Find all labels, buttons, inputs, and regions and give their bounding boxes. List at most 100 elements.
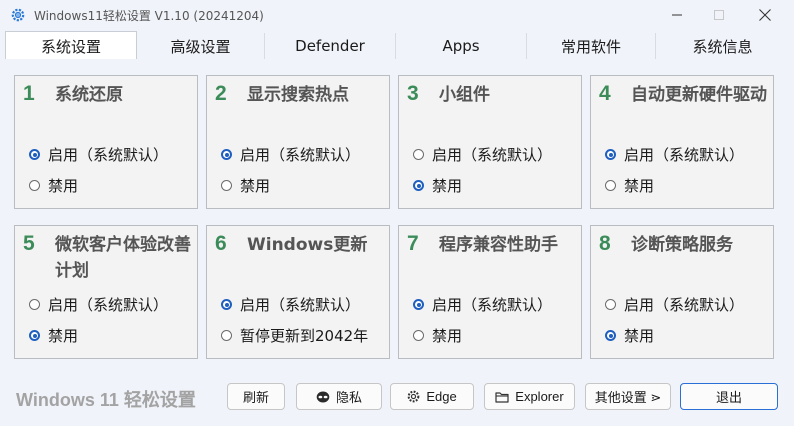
card-title: 系统还原 [55, 85, 123, 105]
tab-defender[interactable]: Defender [265, 33, 396, 59]
card-title: 诊断策略服务 [631, 235, 733, 255]
option-enable[interactable]: 启用（系统默认） [221, 294, 360, 315]
option-label: 禁用 [624, 327, 655, 345]
card-driver-updates: 4 自动更新硬件驱动 启用（系统默认） 禁用 [590, 75, 774, 209]
option-enable[interactable]: 启用（系统默认） [29, 144, 168, 165]
option-disable[interactable]: 禁用 [605, 325, 654, 346]
card-title: 程序兼容性助手 [439, 235, 558, 255]
option-label: 禁用 [624, 177, 655, 195]
option-enable[interactable]: 启用（系统默认） [221, 144, 360, 165]
option-label: 禁用 [432, 327, 463, 345]
radio-button[interactable] [221, 180, 232, 191]
tab-common-software[interactable]: 常用软件 [527, 33, 656, 59]
radio-button[interactable] [221, 149, 232, 160]
radio-button[interactable] [413, 330, 424, 341]
folder-icon [495, 391, 509, 403]
option-disable[interactable]: 禁用 [605, 175, 654, 196]
minimize-button[interactable] [654, 0, 700, 30]
card-title: Windows更新 [247, 235, 368, 255]
card-diagnostic-policy: 8 诊断策略服务 启用（系统默认） 禁用 [590, 225, 774, 359]
card-ceip: 5 微软客户体验改善计划 启用（系统默认） 禁用 [14, 225, 198, 359]
option-label: 禁用 [48, 177, 79, 195]
option-disable[interactable]: 禁用 [29, 325, 78, 346]
card-number: 7 [407, 232, 419, 255]
card-title: 自动更新硬件驱动 [631, 85, 767, 105]
maximize-icon [714, 10, 724, 20]
radio-button[interactable] [413, 180, 424, 191]
card-windows-update: 6 Windows更新 启用（系统默认） 暂停更新到2042年 [206, 225, 390, 359]
card-title: 微软客户体验改善计划 [55, 235, 191, 281]
close-icon [759, 9, 771, 21]
tab-system-info[interactable]: 系统信息 [656, 33, 789, 59]
app-gear-icon [11, 8, 25, 22]
option-enable[interactable]: 启用（系统默认） [29, 294, 168, 315]
card-number: 6 [215, 232, 227, 255]
card-compat-assistant: 7 程序兼容性助手 启用（系统默认） 禁用 [398, 225, 582, 359]
radio-button[interactable] [605, 149, 616, 160]
radio-button[interactable] [221, 299, 232, 310]
card-number: 1 [23, 82, 35, 105]
option-label: 启用（系统默认） [240, 296, 361, 314]
card-search-highlights: 2 显示搜索热点 启用（系统默认） 禁用 [206, 75, 390, 209]
radio-button[interactable] [221, 330, 232, 341]
option-label: 暂停更新到2042年 [240, 327, 369, 345]
option-label: 启用（系统默认） [432, 146, 553, 164]
close-button[interactable] [742, 0, 788, 30]
button-label: Edge [426, 389, 457, 404]
title-bar: Windows11轻松设置 V1.10 (20241204) [0, 0, 794, 30]
card-number: 8 [599, 232, 611, 255]
settings-panel: 1 系统还原 启用（系统默认） 禁用 2 显示搜索热点 启用（系统默认） 禁用 … [5, 59, 789, 364]
gear-icon [407, 390, 420, 403]
option-pause-updates[interactable]: 暂停更新到2042年 [221, 325, 368, 346]
radio-button[interactable] [413, 149, 424, 160]
option-label: 启用（系统默认） [624, 296, 745, 314]
option-label: 启用（系统默认） [432, 296, 553, 314]
button-label: 刷新 [242, 390, 269, 405]
radio-button[interactable] [29, 180, 40, 191]
tab-apps[interactable]: Apps [396, 33, 527, 59]
exit-button[interactable]: 退出 [680, 383, 778, 410]
option-disable[interactable]: 禁用 [221, 175, 270, 196]
button-label: Explorer [515, 389, 564, 404]
maximize-button[interactable] [696, 0, 742, 30]
radio-button[interactable] [605, 180, 616, 191]
radio-button[interactable] [29, 149, 40, 160]
tab-advanced-settings[interactable]: 高级设置 [137, 33, 265, 59]
radio-button[interactable] [605, 299, 616, 310]
option-enable[interactable]: 启用（系统默认） [605, 294, 744, 315]
option-disable[interactable]: 禁用 [413, 325, 462, 346]
option-enable[interactable]: 启用（系统默认） [605, 144, 744, 165]
option-label: 启用（系统默认） [48, 296, 169, 314]
radio-button[interactable] [29, 330, 40, 341]
option-label: 禁用 [432, 177, 463, 195]
button-label: 退出 [715, 390, 742, 405]
card-number: 2 [215, 82, 227, 105]
option-disable[interactable]: 禁用 [29, 175, 78, 196]
more-settings-button[interactable]: 其他设置 ⋗ [585, 383, 671, 410]
button-label: 隐私 [335, 390, 362, 405]
option-enable[interactable]: 启用（系统默认） [413, 144, 552, 165]
option-disable[interactable]: 禁用 [413, 175, 462, 196]
card-number: 3 [407, 82, 419, 105]
brand-label: Windows 11 轻松设置 [16, 390, 196, 410]
option-enable[interactable]: 启用（系统默认） [413, 294, 552, 315]
radio-button[interactable] [605, 330, 616, 341]
card-system-restore: 1 系统还原 启用（系统默认） 禁用 [14, 75, 198, 209]
card-number: 5 [23, 232, 35, 255]
privacy-button[interactable]: 隐私 [296, 383, 382, 410]
option-label: 禁用 [240, 177, 271, 195]
tab-system-settings[interactable]: 系统设置 [5, 31, 137, 61]
option-label: 启用（系统默认） [240, 146, 361, 164]
tab-bar: 系统设置 高级设置 Defender Apps 常用软件 系统信息 [5, 31, 789, 61]
minimize-icon [672, 14, 682, 16]
card-number: 4 [599, 82, 611, 105]
radio-button[interactable] [29, 299, 40, 310]
edge-button[interactable]: Edge [390, 383, 474, 410]
card-title: 小组件 [439, 85, 490, 105]
window-title: Windows11轻松设置 V1.10 (20241204) [34, 9, 264, 23]
explorer-button[interactable]: Explorer [484, 383, 575, 410]
alien-icon [316, 391, 330, 403]
refresh-button[interactable]: 刷新 [227, 383, 285, 410]
radio-button[interactable] [413, 299, 424, 310]
option-label: 启用（系统默认） [48, 146, 169, 164]
